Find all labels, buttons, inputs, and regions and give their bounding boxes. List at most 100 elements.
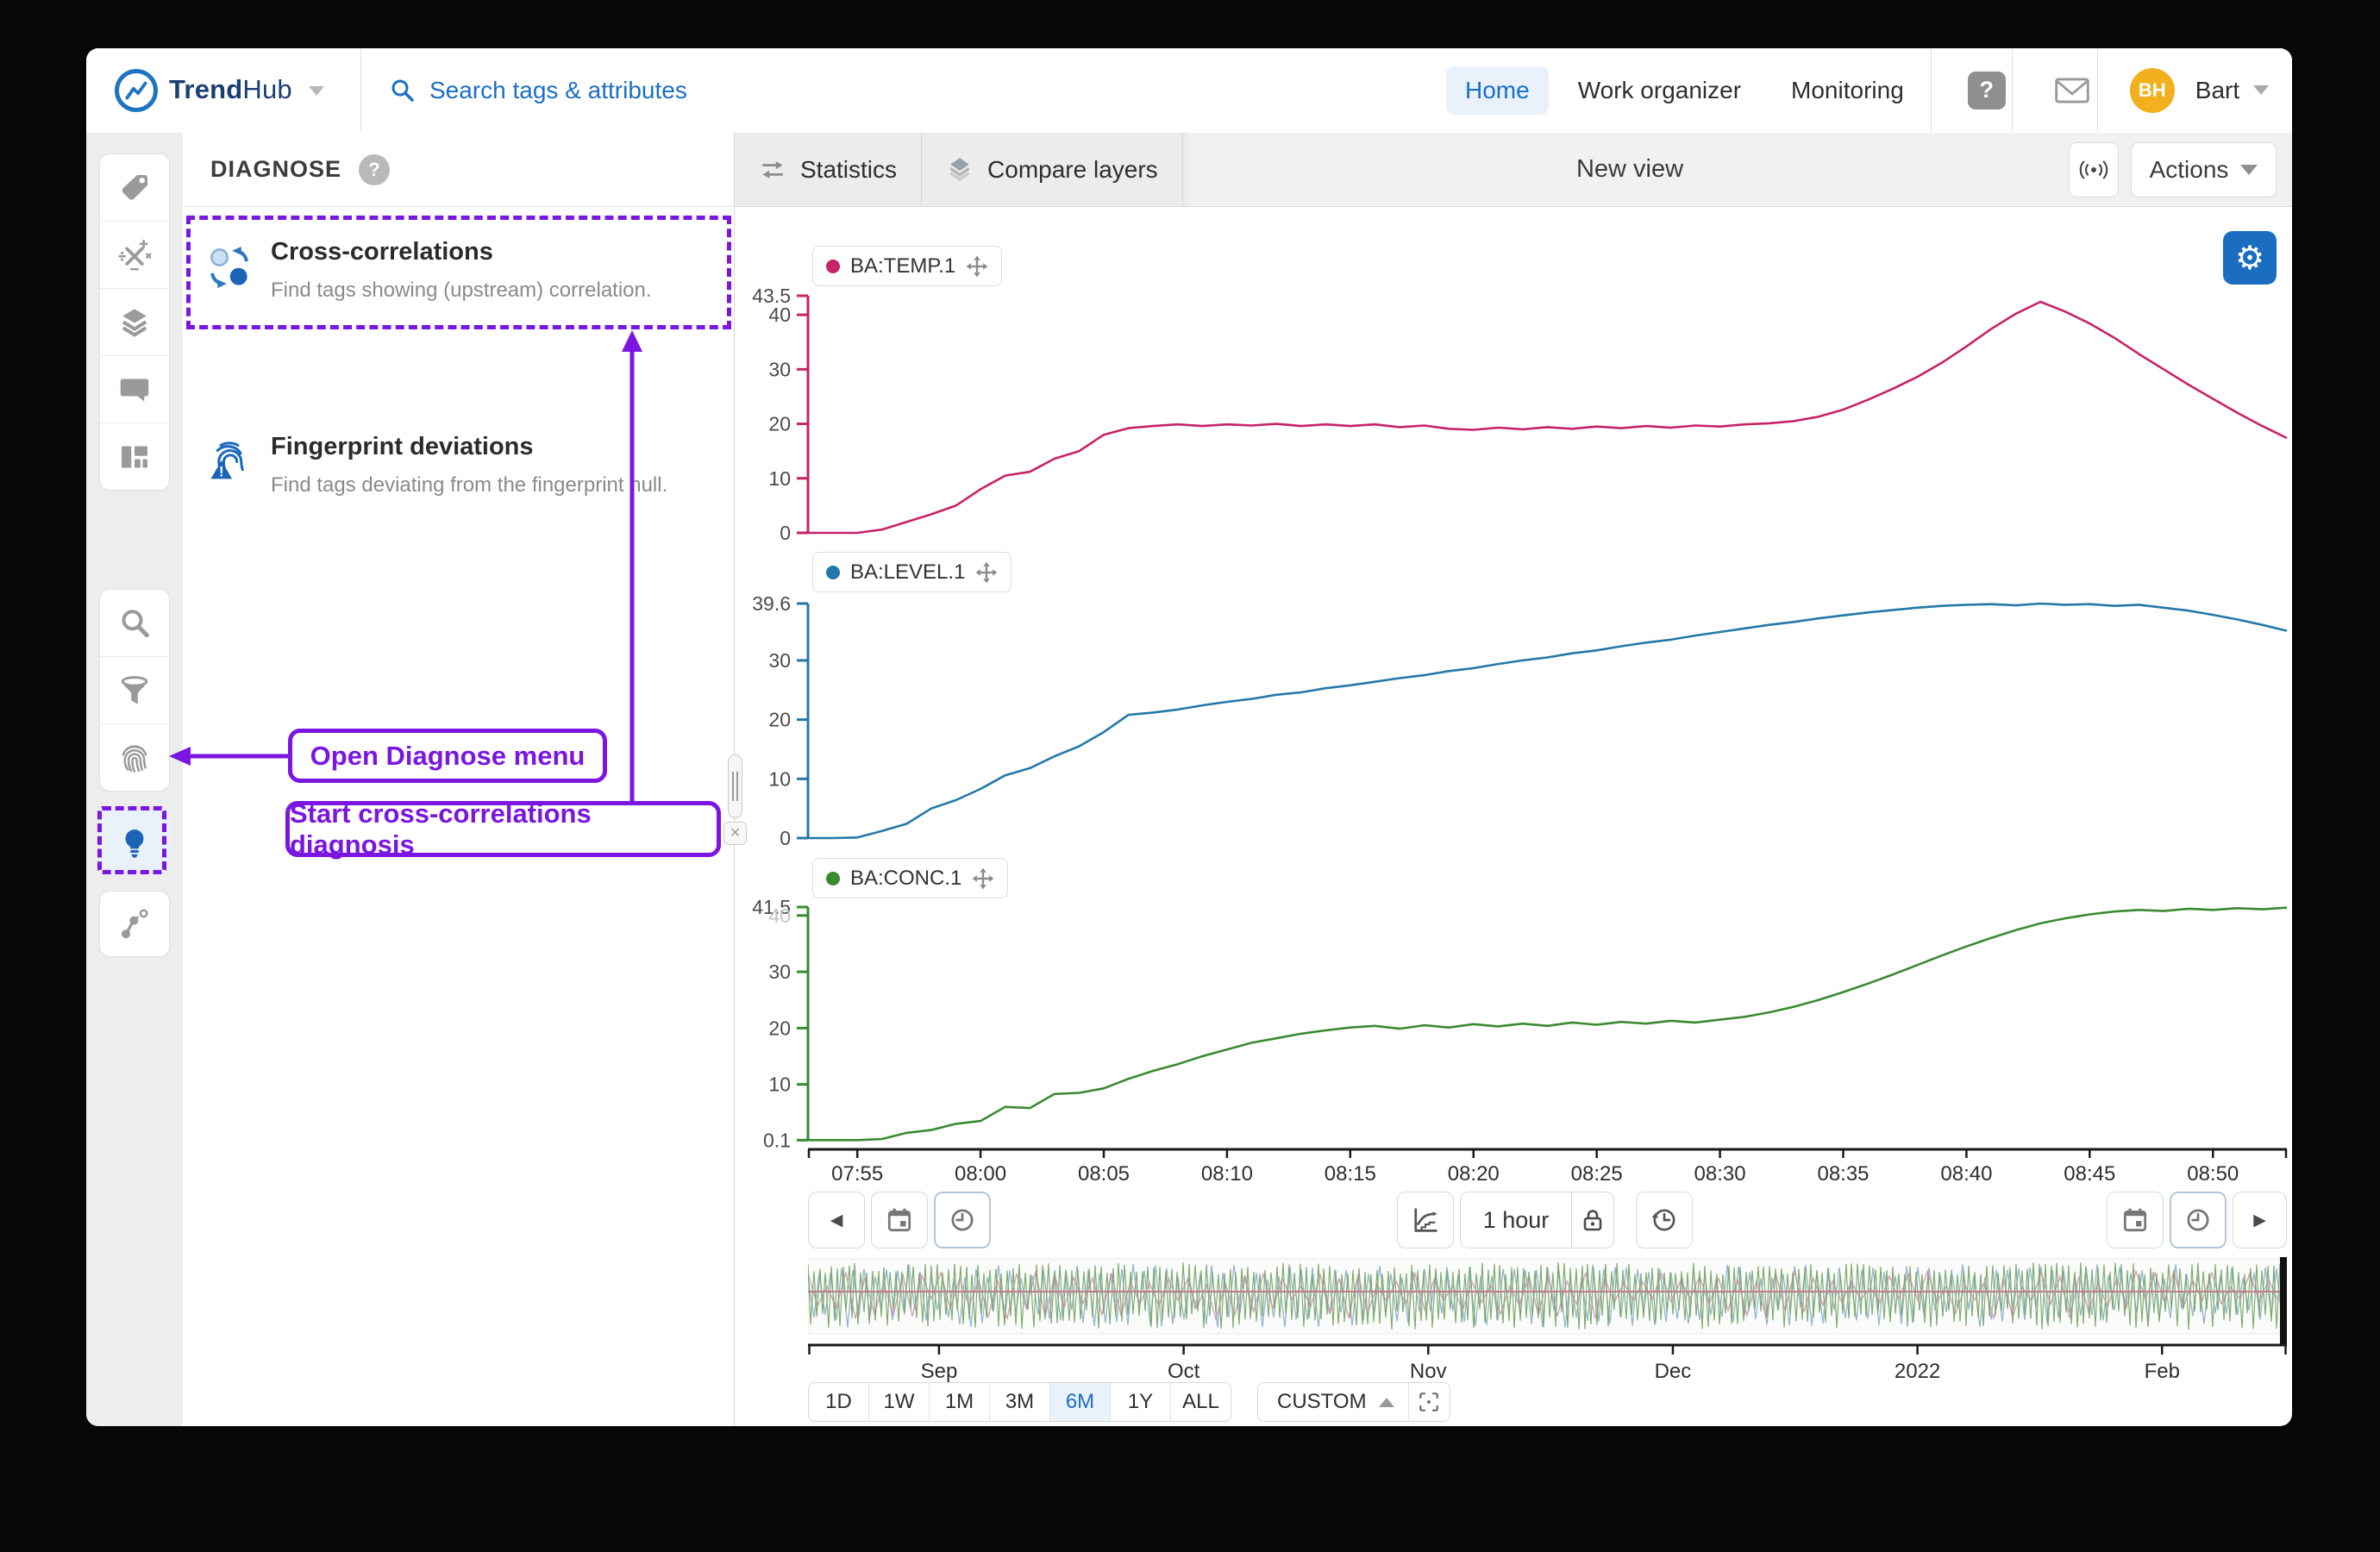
month-label: Nov	[1410, 1360, 1447, 1383]
fit-range-button[interactable]	[1409, 1391, 1450, 1413]
diagnose-item-fingerprint-deviations[interactable]: ! Fingerprint deviations Find tags devia…	[207, 433, 667, 498]
user-chevron-down-icon[interactable]	[2253, 85, 2269, 95]
custom-range-button[interactable]: CUSTOM	[1258, 1390, 1379, 1414]
help-icon[interactable]: ?	[1968, 72, 2006, 110]
live-icon	[2078, 159, 2109, 181]
nav-monitoring[interactable]: Monitoring	[1772, 66, 1923, 115]
compare-layers-button[interactable]: Compare layers	[922, 133, 1183, 206]
move-icon[interactable]	[966, 255, 988, 278]
compare-layers-label: Compare layers	[987, 156, 1158, 184]
diagnose-item-cross-correlations[interactable]: Cross-correlations Find tags showing (up…	[207, 238, 652, 303]
tool-filter-button[interactable]	[100, 657, 169, 724]
search-input[interactable]: Search tags & attributes	[429, 77, 687, 104]
tool-comments-button[interactable]	[100, 356, 169, 423]
y-tick-label: 10	[768, 767, 791, 790]
tool-layers-button[interactable]	[100, 289, 169, 356]
filter-icon	[117, 673, 152, 708]
context-cursor[interactable]	[2280, 1257, 2287, 1345]
live-mode-button[interactable]	[2069, 142, 2119, 197]
panel-close-button[interactable]: ×	[723, 822, 747, 845]
end-date-picker-button[interactable]	[2107, 1192, 2164, 1248]
range-1y[interactable]: 1Y	[1111, 1383, 1171, 1421]
global-search[interactable]: Search tags & attributes	[390, 48, 687, 132]
history-icon	[1650, 1205, 1679, 1235]
context-minimap[interactable]: SepOctNovDec2022Feb	[808, 1254, 2287, 1383]
range-6m[interactable]: 6M	[1050, 1383, 1111, 1421]
end-time-picker-button[interactable]	[2170, 1192, 2227, 1248]
y-tick-label: 20	[768, 709, 791, 731]
brand-chevron-down-icon[interactable]	[309, 86, 324, 96]
top-bar: TrendHub Search tags & attributes Home W…	[86, 48, 2292, 134]
statistics-button[interactable]: Statistics	[735, 133, 922, 206]
tool-fingerprint-button[interactable]	[100, 724, 169, 791]
divider	[2097, 48, 2098, 132]
x-tick-label: 08:45	[2064, 1162, 2115, 1186]
range-1m[interactable]: 1M	[930, 1383, 990, 1421]
month-label: Dec	[1655, 1360, 1692, 1383]
calendar-icon	[885, 1205, 914, 1235]
chart-2: 41.5403020100.1	[752, 896, 2287, 1151]
series-color-dot	[826, 260, 840, 273]
trend-charts: 43.540302010039.6302010041.5403020100.10…	[735, 207, 2292, 1195]
start-time-picker-button[interactable]	[934, 1192, 991, 1248]
view-toolbar: Statistics Compare layers New view Actio…	[735, 133, 2292, 207]
y-tick-label: 20	[768, 1017, 791, 1039]
comment-icon	[117, 372, 152, 407]
pan-left-button[interactable]: ◀	[808, 1192, 865, 1248]
fingerprint-deviations-icon: !	[207, 436, 252, 485]
range-all[interactable]: ALL	[1171, 1383, 1231, 1421]
panel-title: DIAGNOSE	[210, 156, 341, 183]
y-tick-label: 0	[780, 827, 791, 849]
trendhub-logo-icon	[115, 69, 158, 112]
month-label: Oct	[1168, 1360, 1200, 1383]
x-tick-label: 08:15	[1325, 1162, 1376, 1186]
pan-right-button[interactable]: ▶	[2233, 1192, 2287, 1248]
tool-tags-button[interactable]	[100, 154, 169, 222]
series-color-dot	[826, 872, 840, 886]
tag-icon	[117, 171, 152, 205]
y-tick-label: 43.5	[752, 285, 791, 307]
move-icon[interactable]	[975, 561, 998, 584]
panel-splitter-handle[interactable]	[728, 754, 742, 818]
nav-home[interactable]: Home	[1446, 66, 1549, 115]
layers-icon	[117, 305, 152, 340]
tool-diagnose-button[interactable]	[99, 809, 170, 875]
y-tick-label: 10	[768, 1073, 791, 1096]
tool-context-explorer-button[interactable]	[99, 891, 170, 957]
mail-icon[interactable]	[2054, 76, 2090, 105]
y-tick-label: 0	[780, 522, 791, 544]
x-tick-label: 08:35	[1817, 1162, 1869, 1186]
avatar[interactable]: BH	[2130, 68, 2175, 113]
nav-work-organizer[interactable]: Work organizer	[1559, 66, 1760, 115]
actions-button[interactable]: Actions	[2131, 142, 2277, 197]
move-icon[interactable]	[972, 867, 994, 890]
panel-help-icon[interactable]: ?	[359, 154, 390, 185]
chevron-up-icon[interactable]	[1379, 1398, 1394, 1407]
start-date-picker-button[interactable]	[871, 1192, 928, 1248]
range-3m[interactable]: 3M	[990, 1383, 1050, 1421]
tag-chip-temp[interactable]: BA:TEMP.1	[812, 246, 1002, 286]
lock-duration-button[interactable]	[1572, 1206, 1613, 1234]
item-title: Cross-correlations	[271, 238, 652, 266]
fit-icon	[1418, 1391, 1440, 1413]
tool-formulas-button[interactable]	[100, 222, 169, 289]
duration-button[interactable]: 1 hour	[1461, 1207, 1571, 1234]
tool-dashboard-button[interactable]	[100, 423, 169, 490]
range-1w[interactable]: 1W	[869, 1383, 930, 1421]
custom-range-control: CUSTOM	[1257, 1382, 1450, 1422]
tag-chip-level[interactable]: BA:LEVEL.1	[812, 552, 1012, 592]
chart-settings-button[interactable]: ⚙	[2223, 231, 2277, 285]
tool-search-button[interactable]	[100, 590, 169, 657]
tag-chip-conc[interactable]: BA:CONC.1	[812, 858, 1008, 898]
series-line-0	[808, 302, 2287, 533]
trend-curves-icon	[1410, 1205, 1441, 1236]
y-tick-label: 30	[768, 649, 791, 672]
history-button[interactable]	[1636, 1192, 1693, 1248]
arrow-left-icon: ◀	[830, 1211, 843, 1230]
chart-0: 43.5403020100	[752, 285, 2287, 544]
range-1d[interactable]: 1D	[809, 1383, 869, 1421]
chart-type-button[interactable]	[1397, 1192, 1454, 1248]
tag-chip-label: BA:TEMP.1	[850, 254, 955, 278]
swap-arrows-icon	[759, 156, 786, 184]
user-name[interactable]: Bart	[2195, 77, 2239, 104]
